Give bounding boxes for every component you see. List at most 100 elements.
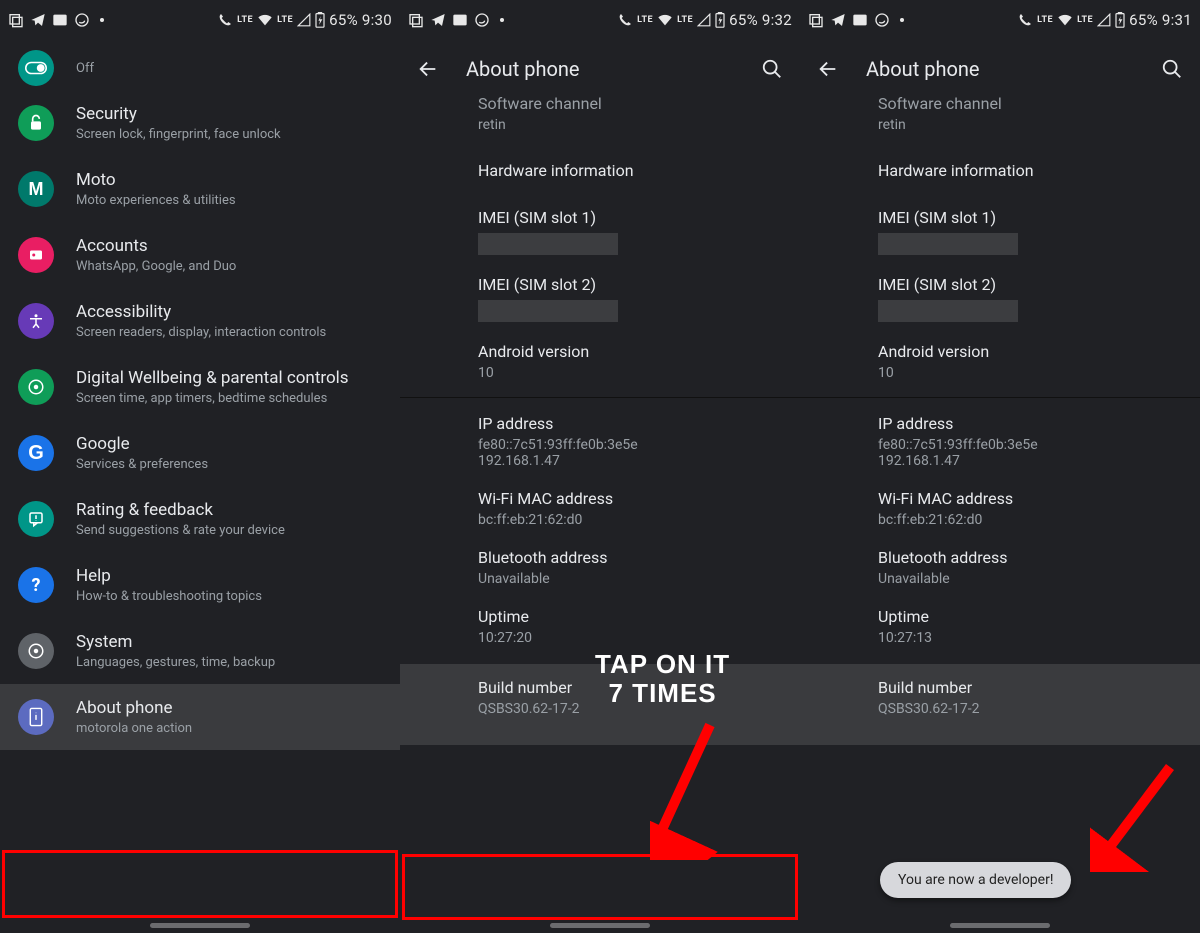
clock: 9:32 — [762, 11, 792, 29]
google-icon: G — [18, 435, 54, 471]
settings-item-wellbeing[interactable]: Digital Wellbeing & parental controlsScr… — [0, 354, 400, 420]
signal-icon — [697, 13, 711, 27]
back-button[interactable] — [414, 55, 442, 83]
search-button[interactable] — [1158, 55, 1186, 83]
battery-icon — [315, 12, 325, 28]
about-list[interactable]: Software channel retin Hardware informat… — [800, 94, 1200, 745]
item-imei-2[interactable]: IMEI (SIM slot 2) — [400, 265, 800, 332]
wifi-icon — [1057, 13, 1073, 27]
nav-handle[interactable] — [950, 923, 1050, 928]
lte-badge-2: LTE — [677, 15, 693, 25]
call-lte-icon — [617, 12, 633, 28]
nav-handle[interactable] — [550, 923, 650, 928]
item-bluetooth[interactable]: Bluetooth address Unavailable — [800, 538, 1200, 597]
more-notif-dot — [500, 18, 504, 22]
nav-handle[interactable] — [150, 923, 250, 928]
news-icon — [52, 13, 68, 27]
security-icon — [18, 105, 54, 141]
settings-item-rating[interactable]: Rating & feedback Send suggestions & rate… — [0, 486, 400, 552]
item-android-version[interactable]: Android version 10 — [800, 332, 1200, 391]
item-title: Rating & feedback — [76, 500, 285, 520]
item-uptime[interactable]: Uptime 10:27:20 — [400, 597, 800, 656]
battery-percent: 65% — [729, 11, 758, 29]
item-subtitle: Send suggestions & rate your device — [76, 523, 285, 538]
news-icon — [452, 13, 468, 27]
settings-list[interactable]: Off SecurityScreen lock, fingerprint, fa… — [0, 40, 400, 750]
item-hardware-info[interactable]: Hardware information — [400, 143, 800, 198]
notif-icon — [8, 12, 24, 28]
item-subtitle: motorola one action — [76, 721, 192, 736]
redacted-block — [878, 233, 1018, 255]
clock: 9:31 — [1162, 11, 1192, 29]
notif-icon — [808, 12, 824, 28]
settings-item-security[interactable]: SecurityScreen lock, fingerprint, face u… — [0, 90, 400, 156]
settings-item-system[interactable]: System Languages, gestures, time, backup — [0, 618, 400, 684]
item-wifi-mac[interactable]: Wi-Fi MAC address bc:ff:eb:21:62:d0 — [400, 479, 800, 538]
off-label: Off — [76, 61, 94, 76]
signal-icon — [297, 13, 311, 27]
item-build-number[interactable]: Build number QSBS30.62-17-2 — [800, 664, 1200, 745]
call-lte-icon — [217, 12, 233, 28]
battery-percent: 65% — [1129, 11, 1158, 29]
notif-icon — [408, 12, 424, 28]
item-software-channel[interactable]: Software channel retin — [800, 94, 1200, 143]
item-subtitle: Languages, gestures, time, backup — [76, 655, 275, 670]
toast-developer: You are now a developer! — [880, 862, 1071, 898]
item-ip[interactable]: IP address fe80::7c51:93ff:fe0b:3e5e 192… — [400, 404, 800, 479]
settings-item-help[interactable]: ?HelpHow-to & troubleshooting topics — [0, 552, 400, 618]
settings-item-accessibility[interactable]: Accessibility Screen readers, display, in… — [0, 288, 400, 354]
settings-item-accounts[interactable]: AccountsWhatsApp, Google, and Duo — [0, 222, 400, 288]
item-subtitle: Screen readers, display, interaction con… — [76, 325, 326, 340]
item-imei-1[interactable]: IMEI (SIM slot 1) — [400, 198, 800, 265]
item-imei-1[interactable]: IMEI (SIM slot 1) — [800, 198, 1200, 265]
accessibility-icon — [18, 303, 54, 339]
redacted-block — [478, 233, 618, 255]
item-imei-2[interactable]: IMEI (SIM slot 2) — [800, 265, 1200, 332]
item-hardware-info[interactable]: Hardware information — [800, 143, 1200, 198]
item-bluetooth[interactable]: Bluetooth address Unavailable — [400, 538, 800, 597]
status-bar: LTE LTE 65% 9:30 — [0, 0, 400, 40]
toggle-icon — [18, 50, 54, 86]
search-button[interactable] — [758, 55, 786, 83]
moto-icon: M — [18, 171, 54, 207]
item-title: Accessibility — [76, 302, 326, 322]
lte-badge: LTE — [637, 15, 653, 25]
settings-item-moto[interactable]: MMotoMoto experiences & utilities — [0, 156, 400, 222]
annotation-arrow — [1090, 762, 1190, 872]
telegram-icon — [30, 12, 46, 28]
battery-icon — [1115, 12, 1125, 28]
item-title: Google — [76, 434, 208, 454]
item-uptime[interactable]: Uptime 10:27:13 — [800, 597, 1200, 656]
whatsapp-icon — [474, 12, 490, 28]
settings-item-about[interactable]: About phonemotorola one action — [0, 684, 400, 750]
item-title: Help — [76, 566, 262, 586]
page-title: About phone — [866, 57, 1134, 81]
telegram-icon — [430, 12, 446, 28]
app-bar: About phone — [400, 40, 800, 98]
item-title: Accounts — [76, 236, 236, 256]
item-title: Moto — [76, 170, 236, 190]
item-wifi-mac[interactable]: Wi-Fi MAC address bc:ff:eb:21:62:d0 — [800, 479, 1200, 538]
lte-badge-2: LTE — [277, 15, 293, 25]
lte-badge: LTE — [237, 15, 253, 25]
item-title: System — [76, 632, 275, 652]
lte-badge-2: LTE — [1077, 15, 1093, 25]
settings-item-google[interactable]: GGoogleServices & preferences — [0, 420, 400, 486]
annotation-arrow — [650, 720, 770, 860]
status-bar: LTE LTE 65% 9:32 — [400, 0, 800, 40]
item-subtitle: Screen lock, fingerprint, face unlock — [76, 127, 281, 142]
about-list[interactable]: Software channel retin Hardware informat… — [400, 94, 800, 745]
system-icon — [18, 633, 54, 669]
whatsapp-icon — [874, 12, 890, 28]
accounts-icon — [18, 237, 54, 273]
about-icon — [18, 699, 54, 735]
item-android-version[interactable]: Android version 10 — [400, 332, 800, 391]
screen-about-phone-1: LTE LTE 65% 9:32 About phone Software ch… — [400, 0, 800, 933]
item-software-channel[interactable]: Software channel retin — [400, 94, 800, 143]
back-button[interactable] — [814, 55, 842, 83]
item-ip[interactable]: IP address fe80::7c51:93ff:fe0b:3e5e 192… — [800, 404, 1200, 479]
app-bar: About phone — [800, 40, 1200, 98]
clock: 9:30 — [362, 11, 392, 29]
wifi-icon — [657, 13, 673, 27]
more-notif-dot — [100, 18, 104, 22]
